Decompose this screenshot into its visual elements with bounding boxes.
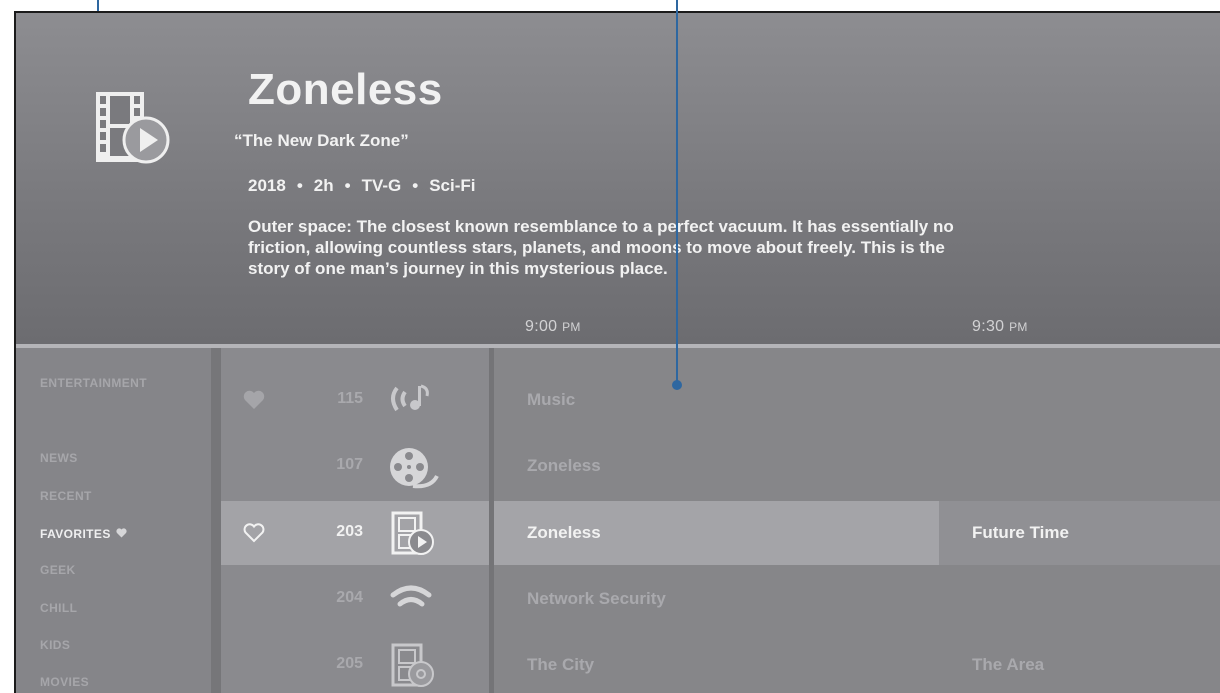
callout-pin-line-right [676,0,678,384]
program-cell-selected[interactable]: Zoneless [494,501,939,565]
category-favorites-label: FAVORITES [40,527,111,541]
category-chill[interactable]: CHILL [40,601,77,615]
program-cell[interactable]: The City [494,633,939,693]
timeline-period: PM [1009,320,1028,334]
program-row-115: Music [494,368,1220,432]
program-cell[interactable]: The Area [939,633,1220,693]
channel-row-107[interactable]: 107 [221,434,489,498]
channel-row-205[interactable]: 205 [221,633,489,693]
category-news[interactable]: NEWS [40,451,78,465]
category-sidebar: ENTERTAINMENT NEWS RECENT FAVORITES GEEK… [16,348,211,693]
meta-separator: • [344,176,351,195]
program-meta: 2018 • 2h • TV-G • Sci-Fi [248,176,476,196]
program-rating: TV-G [361,176,402,195]
program-year: 2018 [248,176,286,195]
program-row-203: Zoneless Future Time [494,501,1220,565]
channel-number: 107 [336,456,363,473]
channel-list: 115 107 203 204 205 [221,348,489,693]
heart-outline-icon[interactable] [243,523,265,543]
guide-grid: ENTERTAINMENT NEWS RECENT FAVORITES GEEK… [16,348,1220,693]
category-kids[interactable]: KIDS [40,638,70,652]
channel-row-204[interactable]: 204 [221,567,489,631]
program-row-107: Zoneless [494,434,1220,498]
program-duration: 2h [313,176,334,195]
channel-number: 203 [336,523,363,540]
film-disc-icon [391,643,434,687]
program-cell[interactable]: Future Time [939,501,1220,565]
heart-filled-icon[interactable] [243,390,265,410]
program-cell[interactable]: Network Security [494,567,1220,631]
timeline-time: 9:30 [972,318,1005,335]
channel-row-203[interactable]: 203 [221,501,489,565]
program-cell[interactable]: Zoneless [494,434,1220,498]
meta-separator: • [296,176,303,195]
program-detail-header: Zoneless “The New Dark Zone” 2018 • 2h •… [16,13,1220,344]
timeline-time: 9:00 [525,318,558,335]
channel-row-115[interactable]: 115 [221,368,489,432]
film-play-icon [391,511,434,555]
film-reel-icon [390,448,439,489]
timeline-slot-930: 9:30 PM [972,318,1028,336]
tv-guide-screen: Zoneless “The New Dark Zone” 2018 • 2h •… [14,11,1220,693]
category-favorites[interactable]: FAVORITES [40,527,127,541]
program-description: Outer space: The closest known resemblan… [248,217,954,278]
episode-title: “The New Dark Zone” [234,131,409,150]
category-recent[interactable]: RECENT [40,489,92,503]
column-separator [211,348,221,693]
program-genre: Sci-Fi [429,176,476,195]
timeline-slot-900: 9:00 PM [525,318,581,336]
callout-pin-right [672,380,682,390]
category-entertainment[interactable]: ENTERTAINMENT [40,376,147,390]
category-geek[interactable]: GEEK [40,563,76,577]
channel-number: 204 [336,589,363,606]
program-grid: Music Zoneless Zoneless Future Time Netw… [494,348,1220,693]
program-cell[interactable]: Music [494,368,1220,432]
heart-icon [116,527,127,541]
film-play-icon [96,92,170,164]
program-row-204: Network Security [494,567,1220,631]
wifi-icon [390,585,432,607]
channel-number: 205 [336,655,363,672]
program-row-205: The City The Area [494,633,1220,693]
category-movies[interactable]: MOVIES [40,675,89,689]
program-title: Zoneless [248,65,443,114]
music-broadcast-icon [391,384,429,412]
meta-separator: • [412,176,419,195]
channel-number: 115 [337,390,363,407]
timeline-period: PM [562,320,581,334]
